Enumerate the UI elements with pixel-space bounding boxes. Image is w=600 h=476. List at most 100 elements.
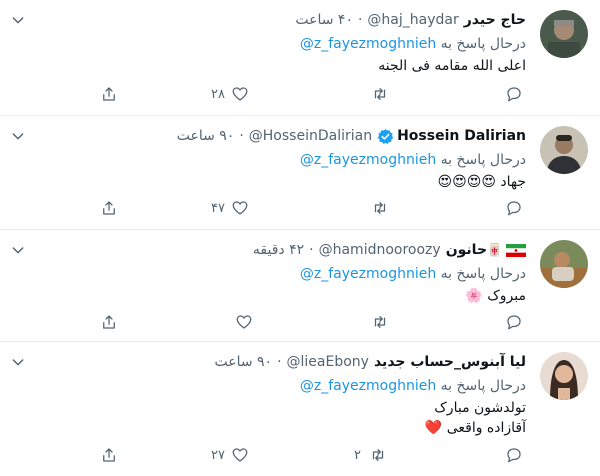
author-name[interactable]: Hossein Dalirian bbox=[397, 126, 526, 146]
author-name[interactable]: لیا آبنوس_حساب جدید bbox=[374, 352, 526, 372]
like-button[interactable] bbox=[235, 312, 253, 332]
tweet-actions: ۲۸ bbox=[0, 84, 600, 106]
tweet-actions: ۴۷ bbox=[0, 198, 600, 220]
red-heart-emoji: ❤️ bbox=[424, 420, 443, 436]
retweet-button[interactable] bbox=[371, 84, 389, 104]
tweet-text-line-2: آقازاده واقعی ❤️ bbox=[425, 418, 526, 438]
avatar[interactable] bbox=[540, 10, 588, 58]
retweet-button[interactable] bbox=[371, 198, 389, 218]
separator-dot: · bbox=[277, 354, 282, 370]
tweet-text-content: آقازاده واقعی bbox=[446, 420, 526, 436]
retweet-button[interactable]: ۲ bbox=[352, 445, 387, 465]
reply-prefix: درحال پاسخ به bbox=[440, 266, 526, 282]
tweet-text: اعلی الله مقامه فی الجنه bbox=[378, 58, 526, 74]
chevron-down-icon[interactable] bbox=[10, 354, 26, 370]
reply-to-link[interactable]: @z_fayezmoghnieh bbox=[300, 36, 436, 52]
retweet-icon bbox=[374, 202, 386, 214]
tweet-header: حاج حیدر @haj_haydar · ۴۰ ساعت bbox=[295, 10, 526, 30]
chevron-down-icon[interactable] bbox=[10, 128, 26, 144]
timestamp[interactable]: ۴۰ ساعت bbox=[295, 10, 353, 30]
reply-icon bbox=[507, 448, 521, 463]
author-handle[interactable]: @haj_haydar bbox=[367, 10, 458, 30]
author-name[interactable]: 🀄حانون bbox=[446, 240, 502, 260]
cherry-blossom-emoji: 🌸 bbox=[465, 288, 483, 304]
reply-button[interactable] bbox=[505, 445, 523, 465]
reply-context: درحال پاسخ به @z_fayezmoghnieh bbox=[300, 264, 526, 284]
tweet-text-line-1: تولدشون مبارک bbox=[434, 400, 526, 416]
separator-dot: · bbox=[357, 12, 363, 28]
tweet-header: لیا آبنوس_حساب جدید @lieaEbony · ۹۰ ساعت bbox=[214, 352, 526, 372]
share-button[interactable] bbox=[100, 312, 118, 332]
share-button[interactable] bbox=[100, 198, 118, 218]
reply-context: درحال پاسخ به @z_fayezmoghnieh bbox=[300, 376, 526, 396]
author-handle[interactable]: @hamidnooroozy bbox=[319, 240, 441, 260]
timestamp[interactable]: ۹۰ ساعت bbox=[177, 126, 235, 146]
tweet-item[interactable]: Hossein Dalirian @HosseinDalirian · ۹۰ س… bbox=[0, 116, 600, 230]
avatar[interactable] bbox=[540, 352, 588, 400]
reply-context: درحال پاسخ به @z_fayezmoghnieh bbox=[300, 34, 526, 54]
reply-prefix: درحال پاسخ به bbox=[440, 152, 526, 168]
like-count: ۲۸ bbox=[211, 86, 225, 102]
retweet-icon bbox=[372, 449, 384, 461]
tweet-actions: ۲ ۲۷ bbox=[0, 445, 600, 467]
share-button[interactable] bbox=[100, 445, 118, 465]
reply-to-link[interactable]: @z_fayezmoghnieh bbox=[300, 266, 436, 282]
heart-icon bbox=[236, 315, 252, 329]
reply-context: درحال پاسخ به @z_fayezmoghnieh bbox=[300, 150, 526, 170]
heart-icon bbox=[232, 87, 248, 101]
avatar[interactable] bbox=[540, 126, 588, 174]
separator-dot: · bbox=[239, 128, 244, 144]
share-icon bbox=[103, 448, 115, 462]
author-handle[interactable]: @HosseinDalirian bbox=[249, 126, 372, 146]
timestamp[interactable]: ۴۲ دقیقه bbox=[253, 240, 304, 260]
reply-icon bbox=[507, 201, 521, 216]
reply-prefix: درحال پاسخ به bbox=[440, 36, 526, 52]
like-count: ۲۷ bbox=[211, 447, 225, 463]
verified-badge-icon bbox=[377, 128, 394, 144]
author-name-text: حانون bbox=[445, 242, 488, 258]
retweet-icon bbox=[374, 316, 386, 328]
heart-icon bbox=[232, 201, 248, 215]
like-button[interactable]: ۲۷ bbox=[209, 445, 249, 465]
tweet-item[interactable]: حاج حیدر @haj_haydar · ۴۰ ساعت درحال پاس… bbox=[0, 0, 600, 116]
tweet-item[interactable]: 🀄حانون @hamidnooroozy · ۴۲ دقیقه درحال پ… bbox=[0, 230, 600, 342]
reply-to-link[interactable]: @z_fayezmoghnieh bbox=[300, 378, 436, 394]
like-button[interactable]: ۲۸ bbox=[209, 84, 249, 104]
chevron-down-icon[interactable] bbox=[10, 12, 26, 28]
share-button[interactable] bbox=[100, 84, 118, 104]
retweet-count: ۲ bbox=[354, 447, 361, 463]
like-button[interactable]: ۴۷ bbox=[209, 198, 249, 218]
reply-button[interactable] bbox=[505, 312, 523, 332]
tweet-text-content: مبروک bbox=[487, 288, 526, 304]
tweet-actions bbox=[0, 312, 600, 334]
heart-eyes-emoji: 😍😍😍😍 bbox=[437, 174, 496, 190]
reply-to-link[interactable]: @z_fayezmoghnieh bbox=[300, 152, 436, 168]
tweet-text: مبروک 🌸 bbox=[465, 286, 526, 306]
chevron-down-icon[interactable] bbox=[10, 242, 26, 258]
timestamp[interactable]: ۹۰ ساعت bbox=[214, 352, 272, 372]
reply-icon bbox=[507, 87, 521, 102]
tweet-feed: حاج حیدر @haj_haydar · ۴۰ ساعت درحال پاس… bbox=[0, 0, 600, 476]
tweet-header: Hossein Dalirian @HosseinDalirian · ۹۰ س… bbox=[177, 126, 526, 146]
name-glyph: 🀄 bbox=[487, 243, 502, 257]
avatar[interactable] bbox=[540, 240, 588, 288]
tweet-text-content: جهاد bbox=[500, 174, 526, 190]
iran-flag-icon bbox=[506, 243, 526, 257]
author-handle[interactable]: @lieaEbony bbox=[287, 352, 369, 372]
share-icon bbox=[103, 87, 115, 101]
reply-prefix: درحال پاسخ به bbox=[440, 378, 526, 394]
tweet-header: 🀄حانون @hamidnooroozy · ۴۲ دقیقه bbox=[253, 240, 526, 260]
author-name[interactable]: حاج حیدر bbox=[464, 10, 526, 30]
retweet-icon bbox=[374, 88, 386, 100]
like-count: ۴۷ bbox=[211, 200, 225, 216]
reply-icon bbox=[507, 315, 521, 330]
share-icon bbox=[103, 315, 115, 329]
tweet-item[interactable]: لیا آبنوس_حساب جدید @lieaEbony · ۹۰ ساعت… bbox=[0, 342, 600, 476]
separator-dot: · bbox=[309, 242, 314, 258]
reply-button[interactable] bbox=[505, 198, 523, 218]
share-icon bbox=[103, 201, 115, 215]
tweet-text: جهاد 😍😍😍😍 bbox=[438, 172, 526, 192]
heart-icon bbox=[232, 448, 248, 462]
reply-button[interactable] bbox=[505, 84, 523, 104]
retweet-button[interactable] bbox=[371, 312, 389, 332]
